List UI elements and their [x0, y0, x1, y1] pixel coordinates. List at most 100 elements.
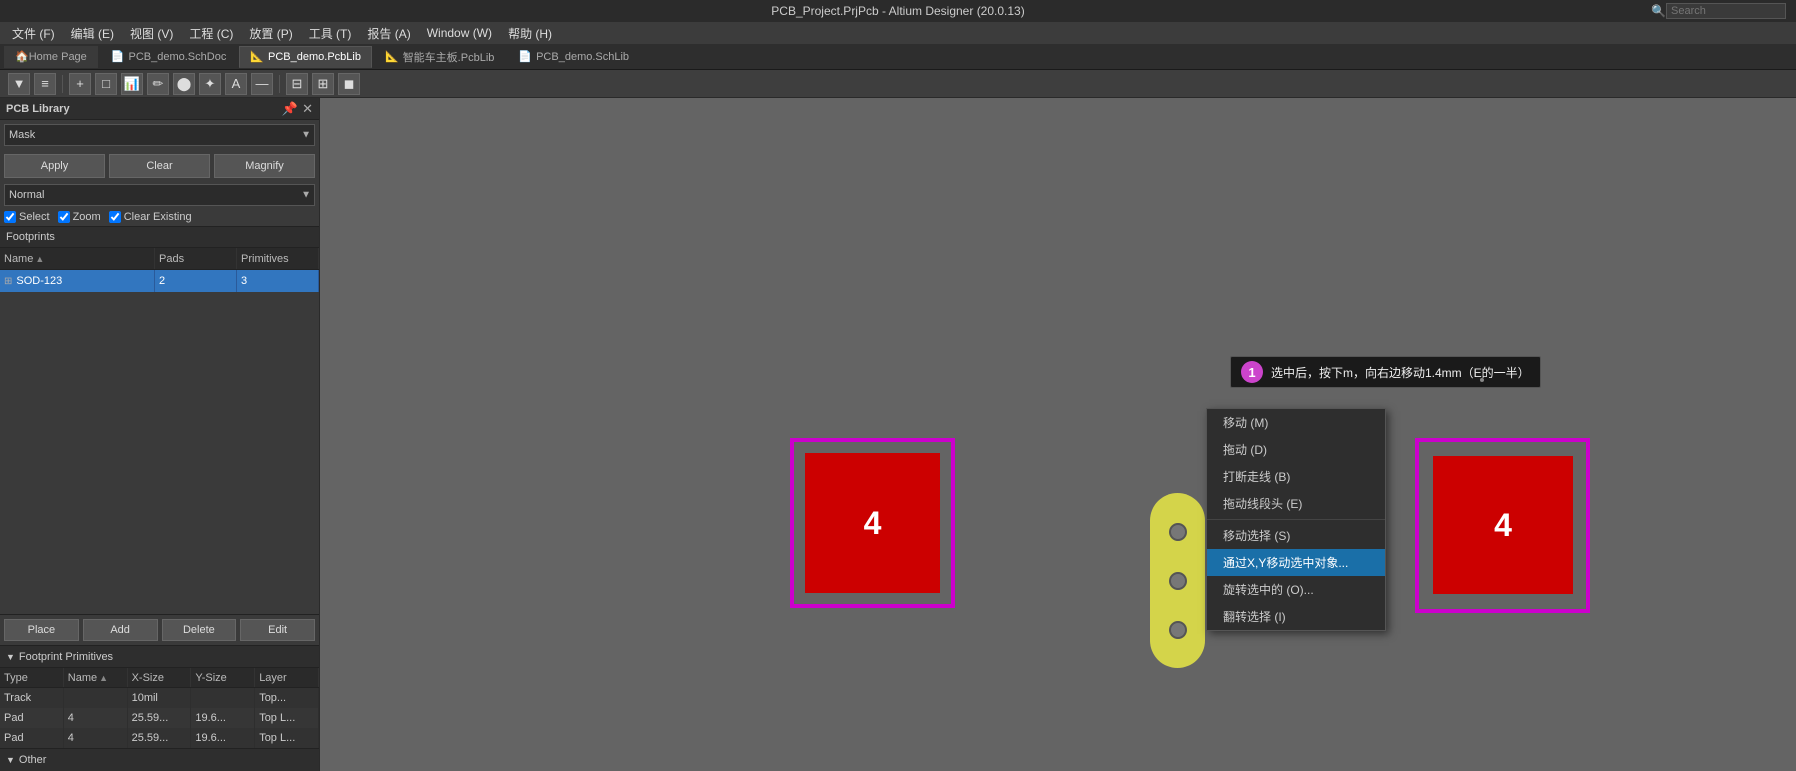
th-name[interactable]: Name ▲ — [0, 248, 155, 269]
prims-row-0[interactable]: Track 10mil Top... — [0, 688, 319, 708]
menu-project[interactable]: 工程 (C) — [181, 25, 241, 42]
apply-button[interactable]: Apply — [4, 154, 105, 178]
prims-td-ysize-1: 19.6... — [191, 708, 255, 728]
toolbar-chart-btn[interactable]: 📊 — [121, 73, 143, 95]
toolbar-pencil-btn[interactable]: ✏ — [147, 73, 169, 95]
menubar: 文件 (F) 编辑 (E) 视图 (V) 工程 (C) 放置 (P) 工具 (T… — [0, 22, 1796, 44]
tab-home[interactable]: 🏠 Home Page — [4, 46, 98, 68]
tooltip-text: 选中后，按下m，向右边移动1.4mm（E的一半） — [1271, 364, 1530, 381]
footprints-table-header: Name ▲ Pads Primitives — [0, 248, 319, 270]
tabbar: 🏠 Home Page 📄 PCB_demo.SchDoc 📐 PCB_demo… — [0, 44, 1796, 70]
toolbar-minus-btn[interactable]: ⊟ — [286, 73, 308, 95]
prims-td-type-1: Pad — [0, 708, 64, 728]
panel-close-icon[interactable]: ✕ — [302, 101, 313, 117]
footprints-table: Name ▲ Pads Primitives ⊞ SOD-123 2 — [0, 248, 319, 614]
prims-td-layer-0: Top... — [255, 688, 319, 708]
edit-button[interactable]: Edit — [240, 619, 315, 641]
context-menu: 移动 (M) 拖动 (D) 打断走线 (B) 拖动线段头 (E) 移动选择 (S… — [1206, 408, 1386, 631]
toolbar-nets-btn[interactable]: ≡ — [34, 73, 56, 95]
toolbar-plus-btn[interactable]: ⊞ — [312, 73, 334, 95]
menu-help[interactable]: 帮助 (H) — [500, 25, 560, 42]
other-section: ▼ Other — [0, 748, 319, 771]
place-button[interactable]: Place — [4, 619, 79, 641]
search-input[interactable] — [1666, 3, 1786, 19]
schlib-icon: 📄 — [518, 50, 532, 63]
select-checkbox-label[interactable]: Select — [4, 211, 50, 223]
other-collapse-icon: ▼ — [6, 755, 15, 765]
toolbar-circle-btn[interactable]: ⬤ — [173, 73, 195, 95]
menu-window[interactable]: Window (W) — [419, 26, 500, 40]
zoom-checkbox[interactable] — [58, 211, 70, 223]
delete-button[interactable]: Delete — [162, 619, 237, 641]
panel-header: PCB Library 📌 ✕ — [0, 98, 319, 120]
prims-td-xsize-2: 25.59... — [128, 728, 192, 748]
other-header[interactable]: ▼ Other — [0, 749, 319, 771]
ctx-flip[interactable]: 翻转选择 (I) — [1207, 603, 1385, 630]
toolbar-sep1 — [62, 75, 63, 93]
prims-row-1[interactable]: Pad 4 25.59... 19.6... Top L... — [0, 708, 319, 728]
clear-button[interactable]: Clear — [109, 154, 210, 178]
menu-view[interactable]: 视图 (V) — [122, 25, 181, 42]
buttons-row: Apply Clear Magnify — [0, 150, 319, 182]
footprints-section: Footprints Name ▲ Pads Primitives — [0, 226, 319, 645]
prims-row-2[interactable]: Pad 4 25.59... 19.6... Top L... — [0, 728, 319, 748]
normal-dropdown[interactable]: Normal — [4, 184, 315, 206]
toolbar-line-btn[interactable]: — — [251, 73, 273, 95]
canvas-area[interactable]: 4 4 1 选中后，按下m，向右边移动1.4mm（E的一半） 移动 (M) 拖动… — [320, 98, 1796, 771]
th-pads[interactable]: Pads — [155, 248, 237, 269]
toolbar-rect-btn[interactable]: □ — [95, 73, 117, 95]
ctx-drag-head[interactable]: 拖动线段头 (E) — [1207, 490, 1385, 517]
select-checkbox[interactable] — [4, 211, 16, 223]
tab-pcblib[interactable]: 📐 PCB_demo.PcbLib — [239, 46, 372, 68]
add-button[interactable]: Add — [83, 619, 158, 641]
connector-pill[interactable] — [1150, 493, 1205, 668]
normal-row: Normal ▼ — [0, 182, 319, 208]
prims-td-name-0 — [64, 688, 128, 708]
component-right[interactable]: 4 — [1415, 438, 1590, 613]
zoom-checkbox-label[interactable]: Zoom — [58, 211, 101, 223]
menu-file[interactable]: 文件 (F) — [4, 25, 63, 42]
connector-dot-top — [1169, 523, 1187, 541]
ctx-move[interactable]: 移动 (M) — [1207, 409, 1385, 436]
tooltip-number: 1 — [1241, 361, 1263, 383]
main-layout: PCB Library 📌 ✕ Mask ▼ Apply Clear Magni… — [0, 98, 1796, 771]
bottom-buttons: Place Add Delete Edit — [0, 614, 319, 645]
table-row[interactable]: ⊞ SOD-123 2 3 — [0, 270, 319, 292]
toolbar-add-btn[interactable]: + — [69, 73, 91, 95]
mask-dropdown-container: Mask ▼ — [4, 124, 315, 146]
toolbar-text-btn[interactable]: A — [225, 73, 247, 95]
menu-tools[interactable]: 工具 (T) — [301, 25, 360, 42]
search-area[interactable]: 🔍 — [1651, 0, 1786, 22]
panel-pin-icon[interactable]: 📌 — [282, 101, 298, 117]
component-left[interactable]: 4 — [790, 438, 955, 608]
prims-td-type-2: Pad — [0, 728, 64, 748]
tab-schdoc[interactable]: 📄 PCB_demo.SchDoc — [100, 46, 238, 68]
menu-report[interactable]: 报告 (A) — [359, 25, 418, 42]
ctx-drag[interactable]: 拖动 (D) — [1207, 436, 1385, 463]
magnify-button[interactable]: Magnify — [214, 154, 315, 178]
ctx-move-select[interactable]: 移动选择 (S) — [1207, 522, 1385, 549]
toolbar-sep2 — [279, 75, 280, 93]
ctx-move-xy[interactable]: 通过X,Y移动选中对象... — [1207, 549, 1385, 576]
tab-main-pcblib[interactable]: 📐 智能车主板.PcbLib — [374, 46, 505, 68]
prims-table-header: Type Name ▲ X-Size Y-Size Layer — [0, 668, 319, 688]
clear-existing-checkbox-label[interactable]: Clear Existing — [109, 211, 192, 223]
menu-place[interactable]: 放置 (P) — [241, 25, 300, 42]
toolbar-star-btn[interactable]: ✦ — [199, 73, 221, 95]
tab-schlib[interactable]: 📄 PCB_demo.SchLib — [507, 46, 640, 68]
ctx-break[interactable]: 打断走线 (B) — [1207, 463, 1385, 490]
main-pcblib-icon: 📐 — [385, 50, 399, 63]
mask-row: Mask ▼ — [0, 120, 319, 150]
toolbar-square-btn[interactable]: ◼ — [338, 73, 360, 95]
clear-existing-checkbox[interactable] — [109, 211, 121, 223]
prims-th-layer: Layer — [255, 668, 319, 687]
menu-edit[interactable]: 编辑 (E) — [63, 25, 122, 42]
ctx-rotate[interactable]: 旋转选中的 (O)... — [1207, 576, 1385, 603]
primitives-header[interactable]: ▼ Footprint Primitives — [0, 646, 319, 668]
prims-td-xsize-1: 25.59... — [128, 708, 192, 728]
th-primitives[interactable]: Primitives — [237, 248, 319, 269]
toolbar-filter-btn[interactable]: ▼ — [8, 73, 30, 95]
primitives-table: Type Name ▲ X-Size Y-Size Layer — [0, 668, 319, 748]
prims-td-layer-1: Top L... — [255, 708, 319, 728]
mask-dropdown[interactable]: Mask — [4, 124, 315, 146]
